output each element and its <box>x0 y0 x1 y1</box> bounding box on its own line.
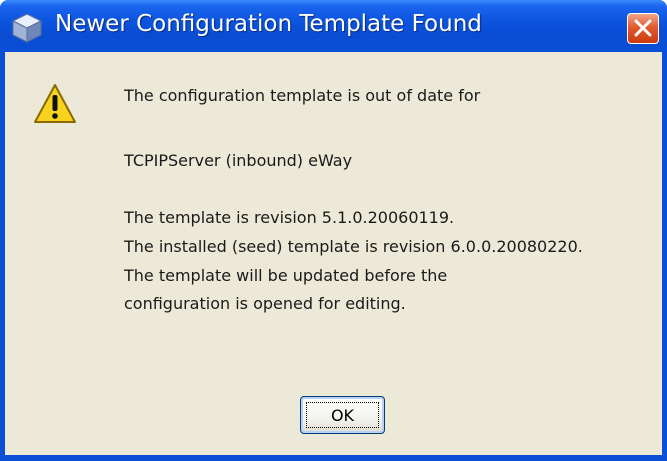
ok-button[interactable]: OK <box>300 396 385 434</box>
ok-button-label: OK <box>306 402 379 428</box>
message-line: configuration is opened for editing. <box>124 294 406 313</box>
message-line: The configuration template is out of dat… <box>124 86 481 105</box>
message-line: The template will be updated before the <box>124 266 448 285</box>
dialog-body: The configuration template is out of dat… <box>5 52 662 455</box>
close-button[interactable] <box>627 13 659 44</box>
cube-icon <box>10 12 44 44</box>
window-title: Newer Configuration Template Found <box>55 11 482 37</box>
message-line: The template is revision 5.1.0.20060119. <box>124 208 455 227</box>
title-bar[interactable]: Newer Configuration Template Found <box>0 0 667 52</box>
close-icon <box>634 19 652 37</box>
message-line: The installed (seed) template is revisio… <box>124 237 583 256</box>
dialog-window: Newer Configuration Template Found The c… <box>0 0 667 461</box>
warning-icon <box>33 82 77 126</box>
message-line: TCPIPServer (inbound) eWay <box>124 151 353 170</box>
